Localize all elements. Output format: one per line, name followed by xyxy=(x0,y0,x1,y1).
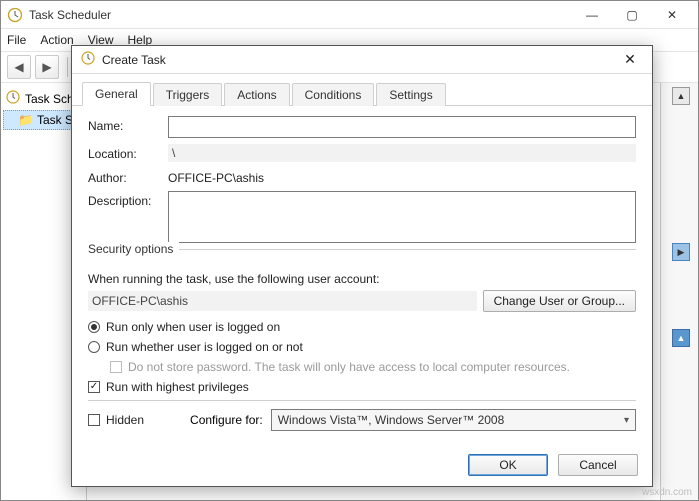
dialog-titlebar: Create Task ✕ xyxy=(72,46,652,74)
chevron-down-icon: ▾ xyxy=(624,415,629,426)
checkbox-icon xyxy=(88,414,100,426)
configure-for-combobox[interactable]: Windows Vista™, Windows Server™ 2008 ▾ xyxy=(271,409,636,431)
minimize-button[interactable]: — xyxy=(572,1,612,29)
configure-for-label: Configure for: xyxy=(190,413,263,427)
create-task-dialog: Create Task ✕ General Triggers Actions C… xyxy=(71,45,653,487)
folder-icon: 📁 xyxy=(18,113,33,127)
nav-back-button[interactable]: ◀ xyxy=(7,55,31,79)
tab-triggers[interactable]: Triggers xyxy=(153,83,223,106)
tab-actions[interactable]: Actions xyxy=(224,83,289,106)
security-group: Security options xyxy=(88,249,636,264)
tab-content-general: Name: Location: \ Author: OFFICE-PC\ashi… xyxy=(72,106,652,439)
radio-icon xyxy=(88,321,100,333)
menu-action[interactable]: Action xyxy=(40,33,73,47)
watermark: wsxdn.com xyxy=(642,487,692,498)
scroll-up-button[interactable]: ▲ xyxy=(672,87,690,105)
checkbox-icon xyxy=(110,361,122,373)
ok-button[interactable]: OK xyxy=(468,454,548,476)
radio-label: Run only when user is logged on xyxy=(106,320,280,334)
name-label: Name: xyxy=(88,116,168,133)
checkbox-hidden[interactable]: Hidden xyxy=(88,413,144,427)
actions-pane: ▲ ▶ ▲ xyxy=(660,83,698,500)
change-user-button[interactable]: Change User or Group... xyxy=(483,290,636,312)
location-value: \ xyxy=(168,144,636,162)
description-input[interactable] xyxy=(168,191,636,243)
section-collapse-button[interactable]: ▶ xyxy=(672,243,690,261)
close-button[interactable]: ✕ xyxy=(652,1,692,29)
checkbox-label: Do not store password. The task will onl… xyxy=(128,360,570,374)
tree-item-label: Task S xyxy=(37,113,73,127)
author-label: Author: xyxy=(88,168,168,185)
dialog-close-button[interactable]: ✕ xyxy=(616,49,644,71)
security-group-label: Security options xyxy=(88,242,179,256)
when-running-text: When running the task, use the following… xyxy=(88,272,636,286)
radio-run-logged-on[interactable]: Run only when user is logged on xyxy=(88,320,636,334)
dialog-footer: OK Cancel xyxy=(468,454,638,476)
location-label: Location: xyxy=(88,144,168,161)
author-value: OFFICE-PC\ashis xyxy=(168,168,636,185)
radio-label: Run whether user is logged on or not xyxy=(106,340,303,354)
nav-forward-button[interactable]: ▶ xyxy=(35,55,59,79)
tab-general[interactable]: General xyxy=(82,82,151,106)
maximize-button[interactable]: ▢ xyxy=(612,1,652,29)
clock-icon xyxy=(7,7,23,23)
configure-for-value: Windows Vista™, Windows Server™ 2008 xyxy=(278,413,505,427)
checkbox-label: Hidden xyxy=(106,413,144,427)
main-window-title: Task Scheduler xyxy=(29,8,572,22)
scroll-up-button-2[interactable]: ▲ xyxy=(672,329,690,347)
menu-file[interactable]: File xyxy=(7,33,26,47)
clock-icon xyxy=(80,50,96,69)
tabstrip: General Triggers Actions Conditions Sett… xyxy=(72,80,652,106)
clock-icon xyxy=(5,89,21,108)
task-scheduler-window: Task Scheduler — ▢ ✕ File Action View He… xyxy=(0,0,699,501)
main-titlebar: Task Scheduler — ▢ ✕ xyxy=(1,1,698,29)
divider xyxy=(88,400,636,401)
checkbox-highest-privileges[interactable]: ✓ Run with highest privileges xyxy=(88,380,636,394)
name-input[interactable] xyxy=(168,116,636,138)
cancel-button[interactable]: Cancel xyxy=(558,454,638,476)
checkbox-label: Run with highest privileges xyxy=(106,380,249,394)
checkbox-store-password: Do not store password. The task will onl… xyxy=(110,360,636,374)
tab-settings[interactable]: Settings xyxy=(376,83,445,106)
tab-conditions[interactable]: Conditions xyxy=(292,83,375,106)
dialog-title: Create Task xyxy=(102,53,616,67)
account-value: OFFICE-PC\ashis xyxy=(88,291,477,311)
checkbox-icon: ✓ xyxy=(88,381,100,393)
description-label: Description: xyxy=(88,191,168,208)
toolbar-separator xyxy=(67,57,68,77)
radio-run-logged-or-not[interactable]: Run whether user is logged on or not xyxy=(88,340,636,354)
radio-icon xyxy=(88,341,100,353)
